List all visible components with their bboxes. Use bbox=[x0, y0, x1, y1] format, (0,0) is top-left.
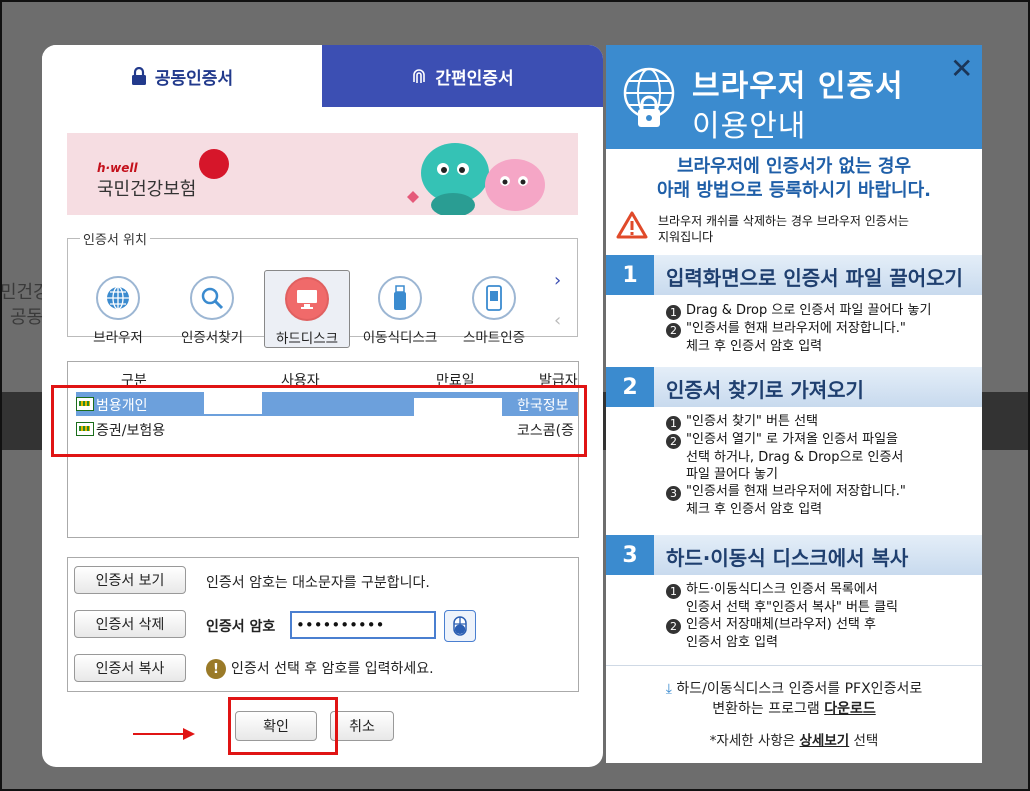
location-label: 인증서찾기 bbox=[180, 330, 244, 346]
step-number: 3 bbox=[606, 535, 654, 575]
next-arrow-icon[interactable]: › bbox=[554, 270, 561, 291]
download-link[interactable]: 다운로드 bbox=[824, 701, 876, 717]
tab-label: 공동인증서 bbox=[154, 68, 234, 89]
close-icon[interactable]: ✕ bbox=[950, 55, 973, 83]
location-label: 스마트인증 bbox=[462, 330, 526, 346]
warning-line: 브라우저 캐쉬를 삭제하는 경우 브라우저 인증서는 bbox=[658, 214, 909, 228]
copy-certificate-button[interactable]: 인증서 복사 bbox=[74, 654, 186, 682]
step-title: 하드·이동식 디스크에서 복사 bbox=[666, 546, 909, 570]
guide-intro: 브라우저에 인증서가 없는 경우 아래 방법으로 등록하시기 바랍니다. bbox=[606, 155, 982, 203]
download-note: ⤓ 하드/이동식디스크 인증서를 PFX인증서로 변환하는 프로그램 다운로드 bbox=[665, 681, 923, 717]
warning-icon bbox=[616, 211, 648, 239]
step-3-body: 1 하드·이동식디스크 인증서 목록에서 인증서 선택 후"인증서 복사" 버튼 … bbox=[666, 581, 898, 651]
tab-label: 간편인증서 bbox=[435, 68, 514, 89]
guide-warning: 브라우저 캐쉬를 삭제하는 경우 브라우저 인증서는 지워집니다 bbox=[658, 213, 909, 245]
case-sensitive-note: 인증서 암호는 대소문자를 구분합니다. bbox=[206, 575, 430, 591]
location-smart-auth[interactable]: 스마트인증 bbox=[452, 276, 536, 354]
browser-certificate-guide: 브라우저 인증서 이용안내 ✕ 브라우저에 인증서가 없는 경우 아래 방법으로… bbox=[606, 45, 982, 763]
download-arrow-icon: ⤓ bbox=[665, 681, 672, 697]
globe-lock-icon bbox=[623, 67, 675, 127]
location-browser[interactable]: 브라우저 bbox=[76, 276, 160, 354]
cancel-button[interactable]: 취소 bbox=[330, 711, 394, 741]
location-hard-disk[interactable]: 하드디스크 bbox=[264, 270, 350, 348]
location-find-certificate[interactable]: 인증서찾기 bbox=[170, 276, 254, 354]
step-2-body: 1 "인증서 찾기" 버튼 선택 2 "인증서 열기" 로 가져올 인증서 파일을 … bbox=[666, 413, 906, 518]
step-title: 인증서 찾기로 가져오기 bbox=[666, 378, 864, 402]
view-certificate-button[interactable]: 인증서 보기 bbox=[74, 566, 186, 594]
step-number: 2 bbox=[606, 367, 654, 407]
intro-line: 브라우저에 인증서가 없는 경우 bbox=[676, 156, 912, 177]
password-area: 인증서 보기 인증서 암호는 대소문자를 구분합니다. 인증서 삭제 인증서 암… bbox=[67, 557, 579, 692]
mascot-illustration bbox=[407, 143, 545, 215]
location-legend: 인증서 위치 bbox=[83, 233, 147, 248]
step-2-header: 2 인증서 찾기로 가져오기 bbox=[606, 367, 982, 407]
prev-arrow-icon[interactable]: ‹ bbox=[554, 310, 561, 331]
certificate-row-highlight bbox=[51, 385, 587, 457]
delete-certificate-button[interactable]: 인증서 삭제 bbox=[74, 610, 186, 638]
magnifier-icon bbox=[190, 276, 234, 320]
exclamation-icon: ! bbox=[206, 659, 226, 679]
warning-line: 지워집니다 bbox=[658, 230, 714, 244]
guide-divider bbox=[606, 665, 982, 666]
step-1-header: 1 입력화면으로 인증서 파일 끌어오기 bbox=[606, 255, 982, 295]
step-3-header: 3 하드·이동식 디스크에서 복사 bbox=[606, 535, 982, 575]
mouse-icon bbox=[453, 616, 467, 636]
smartphone-icon bbox=[472, 276, 516, 320]
step-number: 1 bbox=[606, 255, 654, 295]
guide-title: 브라우저 인증서 bbox=[692, 69, 904, 104]
location-label: 이동식디스크 bbox=[362, 330, 438, 346]
red-arrow-icon bbox=[133, 728, 195, 740]
certificate-location: 인증서 위치 브라우저 인증서찾기 하드디스크 이동식디스크 스마트인증 › ‹ bbox=[67, 229, 578, 348]
detail-note: *자세한 사항은 상세보기 선택 bbox=[709, 733, 879, 749]
password-hint: ! 인증서 선택 후 암호를 입력하세요. bbox=[206, 658, 434, 679]
ok-button-highlight bbox=[228, 697, 338, 755]
globe-icon bbox=[96, 276, 140, 320]
banner-title: 국민건강보험 bbox=[97, 179, 197, 200]
heart-logo-icon bbox=[199, 149, 229, 179]
location-label: 하드디스크 bbox=[275, 331, 339, 347]
guide-header: 브라우저 인증서 이용안내 ✕ bbox=[606, 45, 982, 149]
password-input[interactable]: •••••••••• bbox=[290, 611, 436, 639]
lock-icon bbox=[131, 67, 146, 85]
banner-brand: h·well bbox=[97, 161, 138, 175]
tab-simple-certificate[interactable]: 간편인증서 bbox=[322, 45, 603, 107]
intro-line: 아래 방법으로 등록하시기 바랍니다. bbox=[656, 180, 932, 201]
location-label: 브라우저 bbox=[93, 330, 143, 346]
location-removable-disk[interactable]: 이동식디스크 bbox=[358, 276, 442, 354]
password-label: 인증서 암호 bbox=[206, 619, 276, 635]
usb-drive-icon bbox=[378, 276, 422, 320]
guide-subtitle: 이용안내 bbox=[692, 109, 807, 144]
background-text: 공동 bbox=[10, 307, 44, 328]
monitor-icon bbox=[285, 277, 329, 321]
step-1-body: 1 Drag & Drop 으로 인증서 파일 끌어다 놓기 2 "인증서를 현재 … bbox=[666, 302, 931, 355]
detail-link[interactable]: 상세보기 bbox=[800, 733, 850, 749]
fingerprint-icon bbox=[413, 69, 426, 83]
virtual-keyboard-button[interactable] bbox=[444, 610, 476, 642]
step-title: 입력화면으로 인증서 파일 끌어오기 bbox=[666, 266, 963, 290]
tab-joint-certificate[interactable]: 공동인증서 bbox=[42, 45, 322, 107]
nhis-banner: h·well 국민건강보험 bbox=[67, 133, 578, 215]
